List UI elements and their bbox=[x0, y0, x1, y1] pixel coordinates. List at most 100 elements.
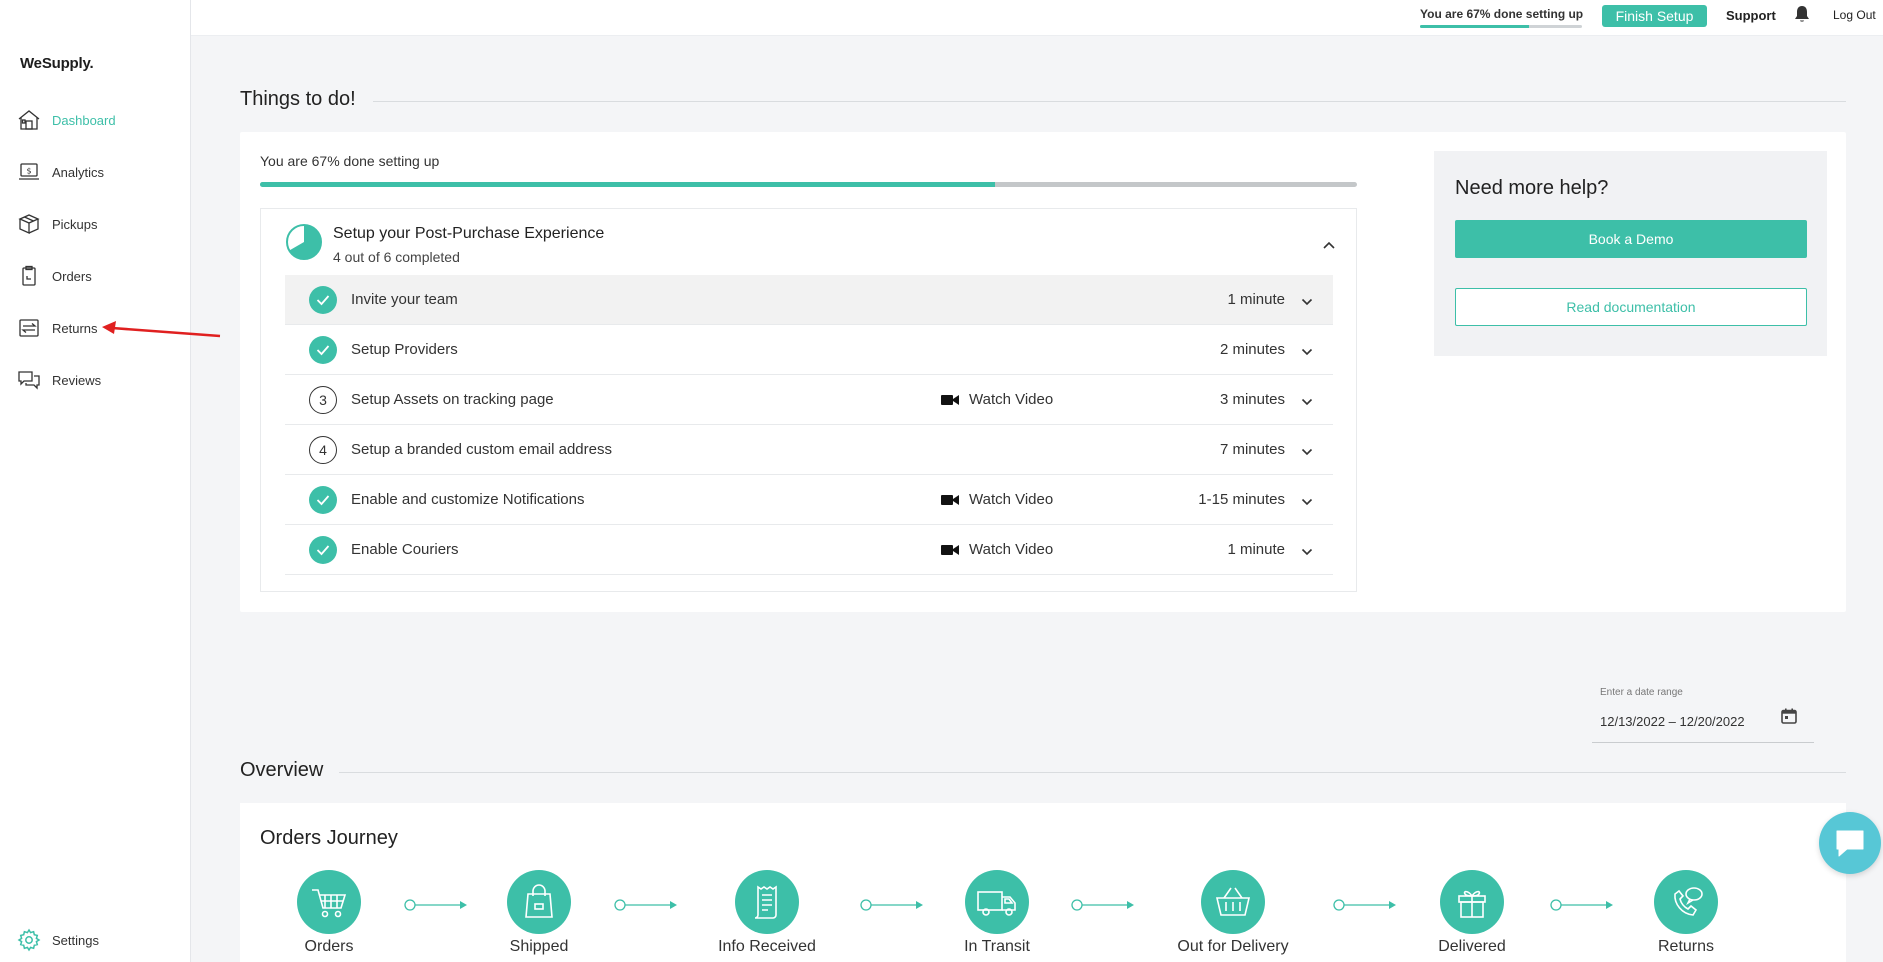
journey-step-label: Returns bbox=[1657, 938, 1715, 955]
truck-icon bbox=[965, 870, 1029, 934]
journey-connector bbox=[860, 899, 923, 911]
watch-video-link[interactable]: Watch Video bbox=[941, 391, 1053, 408]
task-duration: 7 minutes bbox=[1219, 441, 1285, 458]
journey-step-delivered[interactable]: Delivered bbox=[1402, 870, 1542, 956]
chevron-down-icon[interactable] bbox=[1301, 443, 1313, 461]
progress-pie-icon bbox=[286, 224, 322, 260]
shopping-bag-icon bbox=[507, 870, 571, 934]
things-to-do-heading: Things to do! bbox=[240, 88, 356, 110]
setup-progress-label: You are 67% done setting up bbox=[260, 153, 440, 169]
chat-bubble-icon bbox=[1836, 830, 1864, 857]
returns-icon bbox=[16, 315, 42, 341]
sidebar-item-label: Settings bbox=[52, 932, 99, 948]
task-row-notifications[interactable]: Enable and customize Notifications Watch… bbox=[285, 475, 1333, 525]
check-icon bbox=[309, 535, 337, 564]
watch-video-link[interactable]: Watch Video bbox=[941, 491, 1053, 508]
chevron-up-icon[interactable] bbox=[1322, 237, 1336, 255]
journey-step-in-transit[interactable]: In Transit bbox=[927, 870, 1067, 956]
chevron-down-icon[interactable] bbox=[1301, 343, 1313, 361]
gift-icon bbox=[1440, 870, 1504, 934]
journey-step-info-received[interactable]: Info Received bbox=[697, 870, 837, 956]
journey-connector bbox=[1071, 899, 1134, 911]
read-documentation-button[interactable]: Read documentation bbox=[1455, 288, 1807, 326]
task-row-setup-assets[interactable]: 3 Setup Assets on tracking page Watch Vi… bbox=[285, 375, 1333, 425]
journey-step-shipped[interactable]: Shipped bbox=[469, 870, 609, 956]
task-label: Setup Assets on tracking page bbox=[351, 391, 554, 408]
task-label: Enable Couriers bbox=[351, 541, 459, 558]
heading-divider bbox=[339, 772, 1846, 773]
task-row-custom-email[interactable]: 4 Setup a branded custom email address 7… bbox=[285, 425, 1333, 475]
sidebar-item-dashboard[interactable]: Dashboard bbox=[16, 105, 186, 135]
overview-heading: Overview bbox=[240, 759, 324, 781]
chevron-down-icon[interactable] bbox=[1301, 543, 1313, 561]
annotation-arrow bbox=[102, 321, 221, 338]
sidebar-item-orders[interactable]: Orders bbox=[16, 261, 186, 291]
watch-video-label: Watch Video bbox=[969, 491, 1054, 508]
journey-step-orders[interactable]: Orders bbox=[259, 870, 399, 956]
task-row-setup-providers[interactable]: Setup Providers 2 minutes bbox=[285, 325, 1333, 375]
sidebar-item-pickups[interactable]: Pickups bbox=[16, 209, 186, 239]
logo[interactable]: WeSupply. bbox=[20, 55, 94, 72]
journey-step-label: Delivered bbox=[1438, 938, 1506, 955]
chevron-down-icon[interactable] bbox=[1301, 493, 1313, 511]
task-duration: 1 minute bbox=[1227, 541, 1285, 558]
watch-video-label: Watch Video bbox=[969, 391, 1054, 408]
task-label: Invite your team bbox=[351, 291, 458, 308]
task-row-couriers[interactable]: Enable Couriers Watch Video 1 minute bbox=[285, 525, 1333, 575]
logout-link[interactable]: Log Out bbox=[1833, 8, 1876, 22]
check-icon bbox=[309, 285, 337, 314]
bell-icon[interactable] bbox=[1794, 5, 1810, 28]
check-icon bbox=[309, 485, 337, 514]
task-label: Enable and customize Notifications bbox=[351, 491, 585, 508]
sidebar-item-label: Pickups bbox=[52, 216, 98, 232]
sidebar-item-reviews[interactable]: Reviews bbox=[16, 365, 186, 395]
step-number: 3 bbox=[309, 385, 337, 414]
support-link[interactable]: Support bbox=[1726, 8, 1776, 23]
checklist-subtitle: 4 out of 6 completed bbox=[333, 249, 460, 265]
home-icon bbox=[16, 107, 42, 133]
task-row-invite-team[interactable]: Invite your team 1 minute bbox=[285, 275, 1333, 325]
help-title: Need more help? bbox=[1455, 177, 1609, 199]
setup-progress-bar-large bbox=[260, 182, 1357, 187]
journey-step-returns[interactable]: Returns bbox=[1616, 870, 1756, 956]
watch-video-label: Watch Video bbox=[969, 541, 1054, 558]
journey-step-label: Shipped bbox=[509, 938, 569, 955]
clipboard-icon bbox=[16, 263, 42, 289]
chat-widget-button[interactable] bbox=[1819, 812, 1881, 874]
journey-connector bbox=[404, 899, 467, 911]
sidebar-item-settings[interactable]: Settings bbox=[16, 925, 186, 955]
date-range-value: 12/13/2022 – 12/20/2022 bbox=[1600, 714, 1745, 729]
finish-setup-button[interactable]: Finish Setup bbox=[1602, 5, 1707, 27]
receipt-icon bbox=[735, 870, 799, 934]
orders-journey-panel: Orders Journey Orders Shipped Info Recei… bbox=[240, 803, 1846, 962]
setup-progress-indicator[interactable]: You are 67% done setting up bbox=[1420, 7, 1584, 28]
setup-progress-bar bbox=[1420, 25, 1582, 28]
journey-step-out-for-delivery[interactable]: Out for Delivery bbox=[1163, 870, 1303, 956]
task-duration: 3 minutes bbox=[1219, 391, 1285, 408]
date-range-field[interactable]: Enter a date range 12/13/2022 – 12/20/20… bbox=[1592, 681, 1814, 743]
book-demo-button[interactable]: Book a Demo bbox=[1455, 220, 1807, 258]
setup-progress-text: You are 67% done setting up bbox=[1420, 7, 1584, 21]
heading-divider bbox=[373, 101, 1846, 102]
orders-journey-title: Orders Journey bbox=[260, 827, 398, 849]
sidebar-item-label: Reviews bbox=[52, 372, 102, 388]
checklist-header[interactable]: Setup your Post-Purchase Experience 4 ou… bbox=[285, 223, 604, 265]
journey-step-label: Out for Delivery bbox=[1177, 938, 1289, 955]
gear-icon bbox=[16, 927, 42, 953]
sidebar-item-label: Dashboard bbox=[52, 112, 116, 128]
video-camera-icon bbox=[941, 394, 959, 405]
box-icon bbox=[16, 211, 42, 237]
task-duration: 2 minutes bbox=[1219, 341, 1285, 358]
chevron-down-icon[interactable] bbox=[1301, 293, 1313, 311]
chevron-down-icon[interactable] bbox=[1301, 393, 1313, 411]
sidebar-item-analytics[interactable]: $ Analytics bbox=[16, 157, 186, 187]
setup-progress-fill-large bbox=[260, 182, 995, 187]
basket-icon bbox=[1201, 870, 1265, 934]
sidebar: WeSupply. Dashboard $ Analytics Pickups … bbox=[0, 0, 191, 962]
task-duration: 1-15 minutes bbox=[1198, 491, 1285, 508]
watch-video-link[interactable]: Watch Video bbox=[941, 541, 1053, 558]
calendar-icon[interactable] bbox=[1780, 707, 1798, 730]
journey-step-label: Orders bbox=[304, 938, 354, 955]
journey-step-label: Info Received bbox=[718, 938, 816, 955]
cart-icon bbox=[297, 870, 361, 934]
